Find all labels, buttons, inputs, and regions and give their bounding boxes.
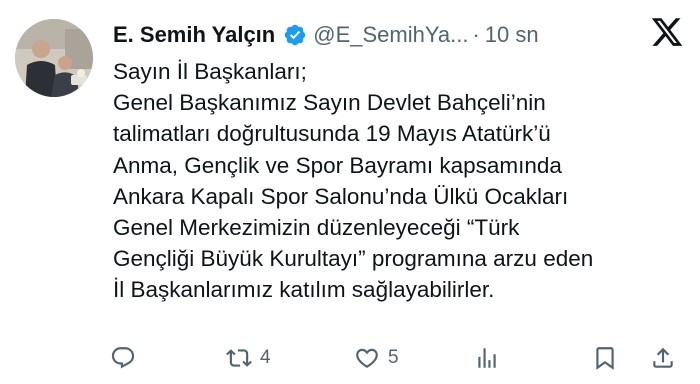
heart-icon (356, 348, 378, 368)
like-count: 5 (388, 347, 399, 368)
tweet-text: Sayın İl Başkanları; Genel Başkanımız Sa… (113, 56, 693, 306)
retweet-count: 4 (260, 347, 271, 368)
x-logo-icon[interactable] (650, 15, 684, 49)
tweet-header: E. Semih Yalçın @E_SemihYa... · 10 sn (113, 19, 620, 51)
tweet-text-line: Sayın İl Başkanları; (113, 59, 307, 84)
bookmark-button[interactable] (592, 340, 618, 376)
tweet-text-line: Genel Başkanımız Sayın Devlet Bahçeli’ni… (113, 90, 546, 116)
reply-icon (111, 347, 135, 369)
tweet-actions-bar: 4 5 (104, 340, 684, 376)
author-name[interactable]: E. Semih Yalçın (113, 22, 275, 48)
share-button[interactable] (650, 340, 676, 376)
tweet-text-line: Gençliği Büyük Kurultayı” programına arz… (113, 246, 594, 272)
separator-dot: · (472, 22, 480, 47)
reply-button[interactable] (110, 340, 136, 376)
avatar[interactable] (15, 19, 93, 97)
retweet-button[interactable]: 4 (226, 340, 271, 376)
tweet-text-line: talimatları doğrultusunda 19 Mayıs Atatü… (113, 121, 551, 147)
views-button[interactable] (474, 340, 500, 376)
tweet-text-line: Anma, Gençlik ve Spor Bayramı kapsamında (113, 152, 562, 178)
views-icon (478, 348, 496, 368)
share-icon (653, 347, 673, 368)
tweet-text-line: Genel Merkezimizin düzenleyeceği “Türk (113, 215, 520, 241)
tweet-text-line: İl Başkanlarımız katılım sağlayabilirler… (113, 277, 495, 303)
author-handle[interactable]: @E_SemihYa... (313, 22, 468, 48)
tweet-text-line: Ankara Kapalı Spor Salonu’nda Ülkü Ocakl… (113, 183, 569, 209)
like-button[interactable]: 5 (354, 340, 399, 376)
bookmark-icon (596, 347, 614, 370)
tweet-timestamp[interactable]: 10 sn (485, 22, 539, 48)
retweet-icon (226, 349, 252, 367)
verified-badge-icon (284, 24, 306, 46)
avatar-photo (15, 19, 93, 97)
